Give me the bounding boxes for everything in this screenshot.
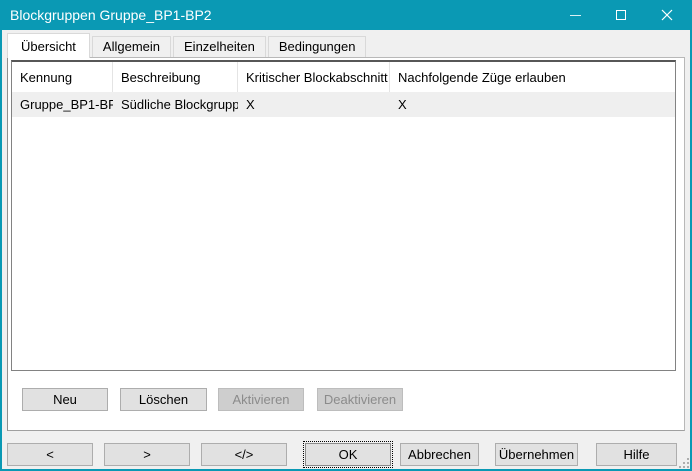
hilfe-button[interactable]: Hilfe bbox=[596, 443, 677, 466]
column-header-nachfolgende-zuege[interactable]: Nachfolgende Züge erlauben bbox=[390, 62, 675, 92]
tab-bedingungen[interactable]: Bedingungen bbox=[268, 36, 367, 57]
aktivieren-button[interactable]: Aktivieren bbox=[218, 388, 304, 411]
column-header-kennung[interactable]: Kennung bbox=[12, 62, 113, 92]
cell-nachfolgende-zuege: X bbox=[390, 92, 675, 117]
code-view-button[interactable]: </> bbox=[201, 443, 287, 466]
table-row[interactable]: Gruppe_BP1-BP2 Südliche Blockgruppe X X bbox=[12, 92, 675, 117]
uebernehmen-button[interactable]: Übernehmen bbox=[495, 443, 578, 466]
next-button[interactable]: > bbox=[104, 443, 190, 466]
tab-einzelheiten[interactable]: Einzelheiten bbox=[173, 36, 266, 57]
column-header-beschreibung[interactable]: Beschreibung bbox=[113, 62, 238, 92]
ok-button[interactable]: OK bbox=[305, 443, 391, 466]
tab-page-uebersicht: Kennung Beschreibung Kritischer Blockabs… bbox=[7, 57, 685, 431]
tab-strip: Übersicht Allgemein Einzelheiten Bedingu… bbox=[7, 34, 368, 57]
cell-kritischer-blockabschnitt: X bbox=[238, 92, 390, 117]
close-button[interactable] bbox=[644, 0, 690, 30]
ok-button-focus-ring: OK bbox=[303, 441, 393, 468]
window-controls bbox=[552, 0, 690, 30]
neu-button[interactable]: Neu bbox=[22, 388, 108, 411]
abbrechen-button[interactable]: Abbrechen bbox=[400, 443, 479, 466]
maximize-icon bbox=[616, 10, 626, 20]
table-header-row: Kennung Beschreibung Kritischer Blockabs… bbox=[12, 62, 675, 92]
minimize-button[interactable] bbox=[552, 0, 598, 30]
minimize-icon bbox=[570, 15, 581, 16]
maximize-button[interactable] bbox=[598, 0, 644, 30]
loeschen-button[interactable]: Löschen bbox=[120, 388, 207, 411]
resize-grip[interactable] bbox=[677, 456, 689, 468]
blockgruppen-list[interactable]: Kennung Beschreibung Kritischer Blockabs… bbox=[11, 60, 676, 371]
cell-kennung: Gruppe_BP1-BP2 bbox=[12, 92, 113, 117]
close-icon bbox=[661, 9, 673, 21]
prev-button[interactable]: < bbox=[7, 443, 93, 466]
tab-allgemein[interactable]: Allgemein bbox=[92, 36, 171, 57]
window-title: Blockgruppen Gruppe_BP1-BP2 bbox=[0, 7, 212, 23]
column-header-kritischer-blockabschnitt[interactable]: Kritischer Blockabschnitt bbox=[238, 62, 390, 92]
titlebar[interactable]: Blockgruppen Gruppe_BP1-BP2 bbox=[0, 0, 692, 30]
tab-uebersicht[interactable]: Übersicht bbox=[7, 33, 90, 58]
window-border-left bbox=[0, 0, 2, 471]
dialog-window: Blockgruppen Gruppe_BP1-BP2 Übersicht Al… bbox=[0, 0, 692, 471]
cell-beschreibung: Südliche Blockgruppe bbox=[113, 92, 238, 117]
deaktivieren-button[interactable]: Deaktivieren bbox=[317, 388, 403, 411]
